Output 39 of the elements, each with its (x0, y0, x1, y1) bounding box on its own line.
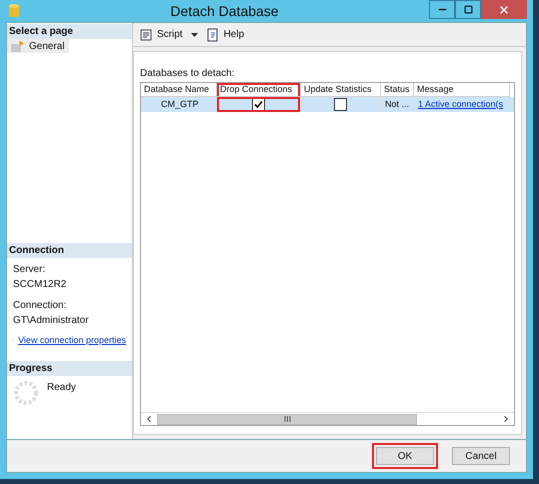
dialog-button[interactable]: OK (376, 447, 434, 465)
spinner-icon (13, 380, 39, 406)
close-icon (498, 4, 510, 16)
toolbar-button[interactable]: Script (137, 27, 200, 42)
close-button[interactable] (481, 0, 527, 19)
column-header[interactable]: Message (417, 84, 454, 94)
page-icon (11, 40, 25, 52)
table-row[interactable]: CM_GTP Not ... 1 Active connection(s (141, 97, 514, 112)
maximize-icon (464, 5, 472, 14)
section-header: Connection (7, 242, 132, 258)
server-label: Server: (13, 262, 46, 276)
column-header[interactable]: Status (384, 84, 410, 94)
section-header: Progress (7, 361, 132, 376)
help-icon (206, 28, 220, 42)
progress-status: Ready (47, 381, 76, 395)
database-icon (8, 3, 20, 19)
connection-value: GT\Administrator (13, 314, 90, 328)
table-cell-text: CM_GTP (160, 98, 199, 111)
grid-label: Databases to detach: (140, 67, 236, 81)
checkbox[interactable] (334, 98, 347, 111)
table-cell-text: Not ... (384, 98, 410, 111)
check-icon (254, 100, 263, 109)
column-header[interactable]: Update Statistics (304, 84, 372, 94)
message-link[interactable]: 1 Active connection(s (414, 98, 504, 112)
maximize-button[interactable] (455, 0, 481, 19)
window-title: Detach Database (169, 2, 280, 20)
connection-properties-link[interactable]: View connection properties (18, 334, 126, 347)
dialog-button[interactable]: Cancel (452, 447, 510, 465)
toolbar-button[interactable]: Help (204, 27, 246, 42)
horizontal-scrollbar[interactable] (141, 412, 514, 425)
scroll-icon (139, 28, 153, 42)
page-item[interactable]: General (7, 39, 69, 53)
scrollbar-thumb[interactable] (157, 414, 417, 424)
grip-icon (284, 416, 290, 422)
connection-label: Connection: (13, 298, 68, 312)
section-header: Select a page (7, 24, 132, 39)
column-header[interactable]: Database Name (144, 84, 210, 94)
dropdown-caret-icon (190, 32, 198, 36)
server-value: SCCM12R2 (13, 278, 68, 292)
